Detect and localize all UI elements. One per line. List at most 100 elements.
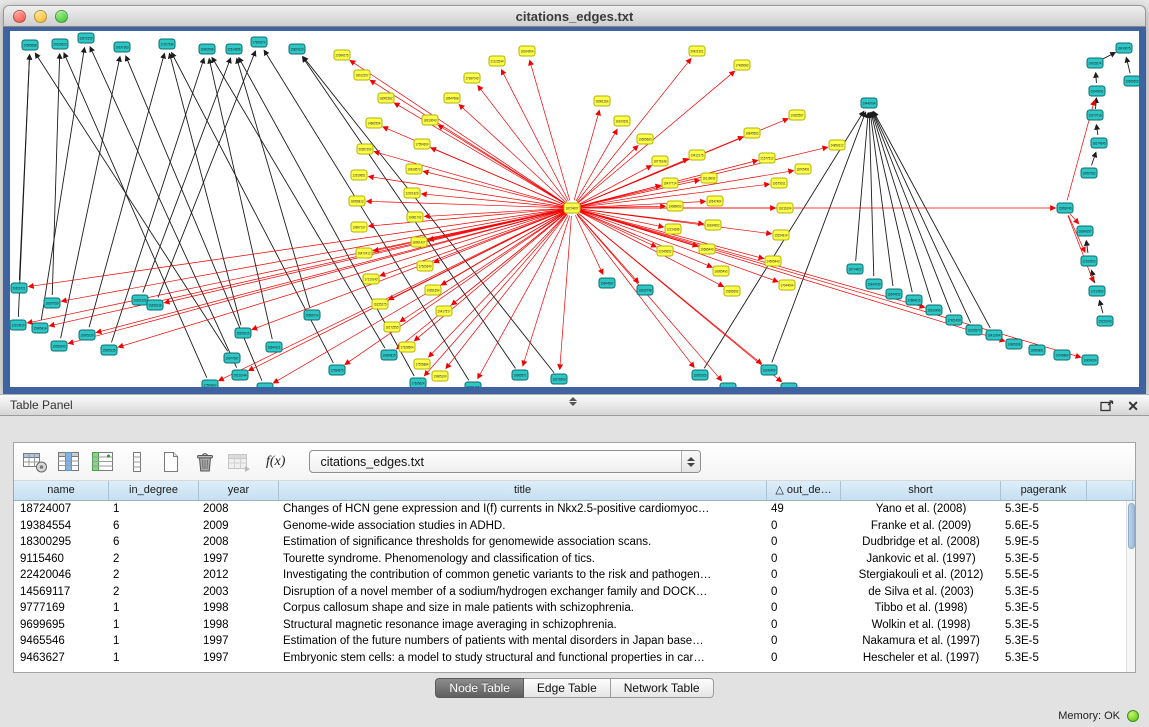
graph-node[interactable]: 19081792 <box>407 212 423 222</box>
table-row[interactable]: 911546021997Tourette syndrome. Phenomeno… <box>14 551 1135 568</box>
graph-edge[interactable] <box>64 53 207 378</box>
graph-node[interactable]: 16962096 <box>199 44 215 54</box>
graph-node[interactable]: 14662554 <box>366 118 382 128</box>
graph-edge[interactable] <box>35 53 227 351</box>
function-builder-icon[interactable]: f(x) <box>266 454 285 470</box>
graph-edge[interactable] <box>170 54 241 326</box>
zoom-window-button[interactable] <box>55 10 68 23</box>
graph-node[interactable]: 12450024 <box>1082 355 1098 365</box>
graph-node[interactable]: 18184952 <box>705 220 721 230</box>
graph-edge[interactable] <box>1100 301 1103 314</box>
graph-node[interactable]: 16961425 <box>465 382 481 387</box>
graph-node[interactable]: 12021820 <box>404 188 420 198</box>
table-row[interactable]: 946362711997Embryonic stem cells: a mode… <box>14 650 1135 667</box>
graph-node[interactable]: 18274545 <box>1091 138 1107 148</box>
graph-node[interactable]: 15824129 <box>289 44 305 54</box>
graph-node[interactable]: 17044094 <box>779 280 795 290</box>
graph-edge[interactable] <box>580 210 1081 357</box>
graph-node[interactable]: 18056813 <box>349 196 365 206</box>
graph-node[interactable]: 18361427 <box>411 237 427 247</box>
graph-node[interactable]: 16774422 <box>847 264 863 274</box>
float-panel-icon[interactable] <box>1100 400 1114 412</box>
graph-node[interactable]: 17884015 <box>906 295 922 305</box>
graph-node[interactable]: 16061264 <box>594 96 610 106</box>
graph-node[interactable]: 16585449 <box>699 244 715 254</box>
graph-node[interactable]: 15905414 <box>32 323 48 333</box>
graph-node[interactable]: 10647464 <box>707 196 723 206</box>
graph-node[interactable]: 18176563 <box>551 374 567 384</box>
graph-node[interactable]: 22045652 <box>657 246 673 256</box>
graph-edge[interactable] <box>1126 58 1130 74</box>
graph-node[interactable]: 20357209 <box>357 144 373 154</box>
graph-edge[interactable] <box>872 113 932 303</box>
graph-edge[interactable] <box>1096 73 1097 83</box>
graph-node[interactable]: 16477714 <box>662 178 678 188</box>
graph-node[interactable]: 17284675 <box>329 365 345 375</box>
graph-node[interactable]: 20566714 <box>304 310 320 320</box>
graph-node[interactable]: 15844587 <box>599 278 615 288</box>
column-header-filler[interactable] <box>1087 481 1133 500</box>
table-row[interactable]: 969969511998Structural magnetic resonanc… <box>14 617 1135 634</box>
graph-node[interactable]: 18172555 <box>384 322 400 332</box>
graph-edge[interactable] <box>871 113 912 292</box>
graph-edge[interactable] <box>1068 215 1094 281</box>
graph-node[interactable]: 18057082 <box>1081 168 1097 178</box>
graph-node[interactable]: 19351654 <box>425 285 441 295</box>
table-row[interactable]: 1830029562008Estimation of significance … <box>14 534 1135 551</box>
delete-column-icon[interactable] <box>192 450 218 474</box>
graph-edge[interactable] <box>1092 152 1096 165</box>
column-header-pagerank[interactable]: pagerank <box>1001 481 1087 500</box>
graph-node[interactable]: 12169553 <box>1081 256 1097 266</box>
graph-node[interactable]: 15494730 <box>866 279 882 289</box>
graph-edge[interactable] <box>1102 53 1115 60</box>
graph-node[interactable]: 17207534 <box>159 39 175 49</box>
graph-node[interactable]: 16926867 <box>781 383 797 387</box>
graph-node[interactable]: 17999374 <box>251 37 267 47</box>
window-titlebar[interactable]: citations_edges.txt <box>3 5 1146 27</box>
graph-node[interactable]: 16216104 <box>777 203 793 213</box>
graph-node[interactable]: 21122544 <box>489 56 505 66</box>
graph-node[interactable]: 17635624 <box>410 378 426 387</box>
graph-node[interactable]: 18012257 <box>354 70 370 80</box>
graph-node[interactable]: 16419075 <box>1116 43 1132 53</box>
add-rows-icon[interactable] <box>90 450 116 474</box>
graph-edge[interactable] <box>574 111 599 201</box>
graph-node[interactable]: 19249450 <box>761 365 777 375</box>
graph-node[interactable]: 17554307 <box>202 380 218 387</box>
graph-node[interactable]: 19696891 <box>720 383 736 387</box>
table-scrollbar[interactable] <box>1126 501 1135 672</box>
graph-node[interactable]: 16818573 <box>406 164 422 174</box>
table-select-dropdown[interactable]: citations_edges.txt <box>309 450 701 473</box>
graph-edge[interactable] <box>580 210 1005 341</box>
column-header-year[interactable]: year <box>199 481 279 500</box>
graph-node[interactable]: 18724007 <box>564 203 580 213</box>
graph-node[interactable]: 18544121 <box>266 342 282 352</box>
graph-node[interactable]: 18001562 <box>378 93 394 103</box>
graph-node[interactable]: 16472412 <box>356 248 372 258</box>
graph-edge[interactable] <box>370 80 565 203</box>
graph-node[interactable]: 19262567 <box>789 110 805 120</box>
graph-node[interactable]: 19245860 <box>1054 350 1070 360</box>
column-header-title[interactable]: title <box>279 481 767 500</box>
graph-node[interactable]: 18972259 <box>78 33 94 43</box>
graph-edge[interactable] <box>397 213 566 349</box>
graph-node[interactable]: 18413764 <box>986 330 1002 340</box>
graph-node[interactable]: 19965571 <box>512 370 528 380</box>
graph-edge[interactable] <box>502 70 569 201</box>
graph-node[interactable]: 19077567 <box>224 353 240 363</box>
table-row[interactable]: 1872400712008Changes of HCN gene express… <box>14 501 1135 518</box>
column-header-out_degree[interactable]: △ out_de… <box>767 481 841 500</box>
graph-edge[interactable] <box>303 57 554 373</box>
graph-node[interactable]: 20626721 <box>11 283 27 293</box>
graph-node[interactable]: 16510496 <box>926 305 942 315</box>
graph-node[interactable]: 19059343 <box>51 341 67 351</box>
graph-node[interactable]: 20211944 <box>232 370 248 380</box>
graph-node[interactable]: 19915574 <box>1087 58 1103 68</box>
graph-node[interactable]: 12214286 <box>665 224 681 234</box>
graph-edge[interactable] <box>52 54 59 295</box>
graph-edge[interactable] <box>237 59 310 308</box>
graph-node[interactable]: 18313043 <box>422 115 438 125</box>
graph-edge[interactable] <box>873 112 951 312</box>
table-row[interactable]: 1456911722003Disruption of a novel membe… <box>14 584 1135 601</box>
graph-node[interactable]: 19965190 <box>432 371 448 381</box>
